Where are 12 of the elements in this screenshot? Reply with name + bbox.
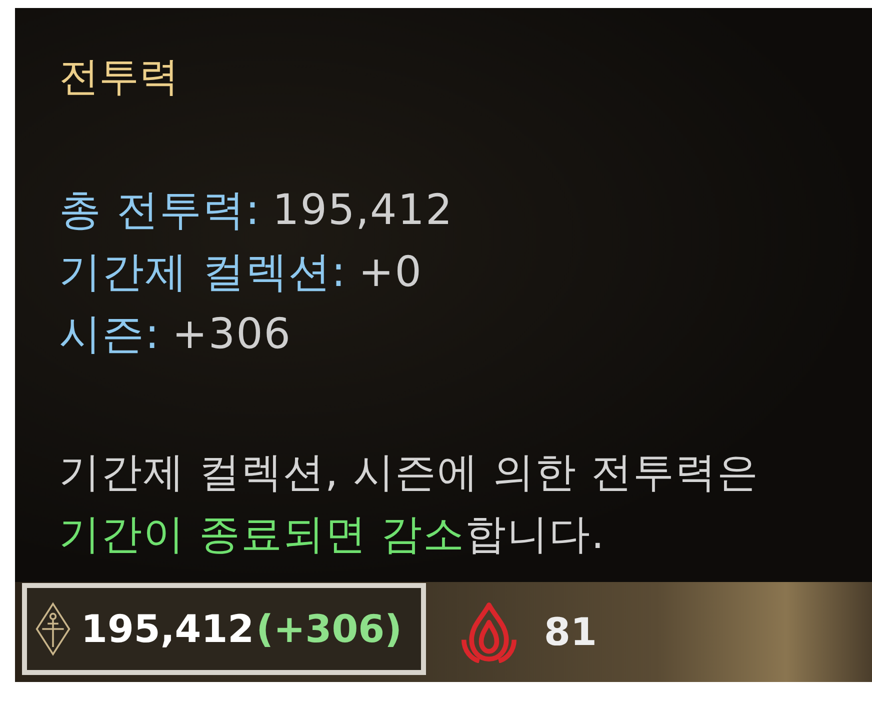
sword-diamond-icon [35,602,71,656]
tooltip-title: 전투력 [59,53,180,101]
tooltip-note: 기간제 컬렉션, 시즌에 의한 전투력은 기간이 종료되면 감소합니다. [59,447,760,560]
stat-label: 시즌: [59,309,160,358]
stat-value: +0 [358,247,422,296]
flame-count: 81 [544,610,597,654]
stat-label: 총 전투력: [59,185,261,234]
flame-icon [460,601,518,663]
stat-value: 195,412 [272,185,454,234]
stat-label: 기간제 컬렉션: [59,247,347,296]
stat-value: +306 [172,309,292,358]
combat-power-button[interactable]: 195,412(+306) [22,583,426,675]
